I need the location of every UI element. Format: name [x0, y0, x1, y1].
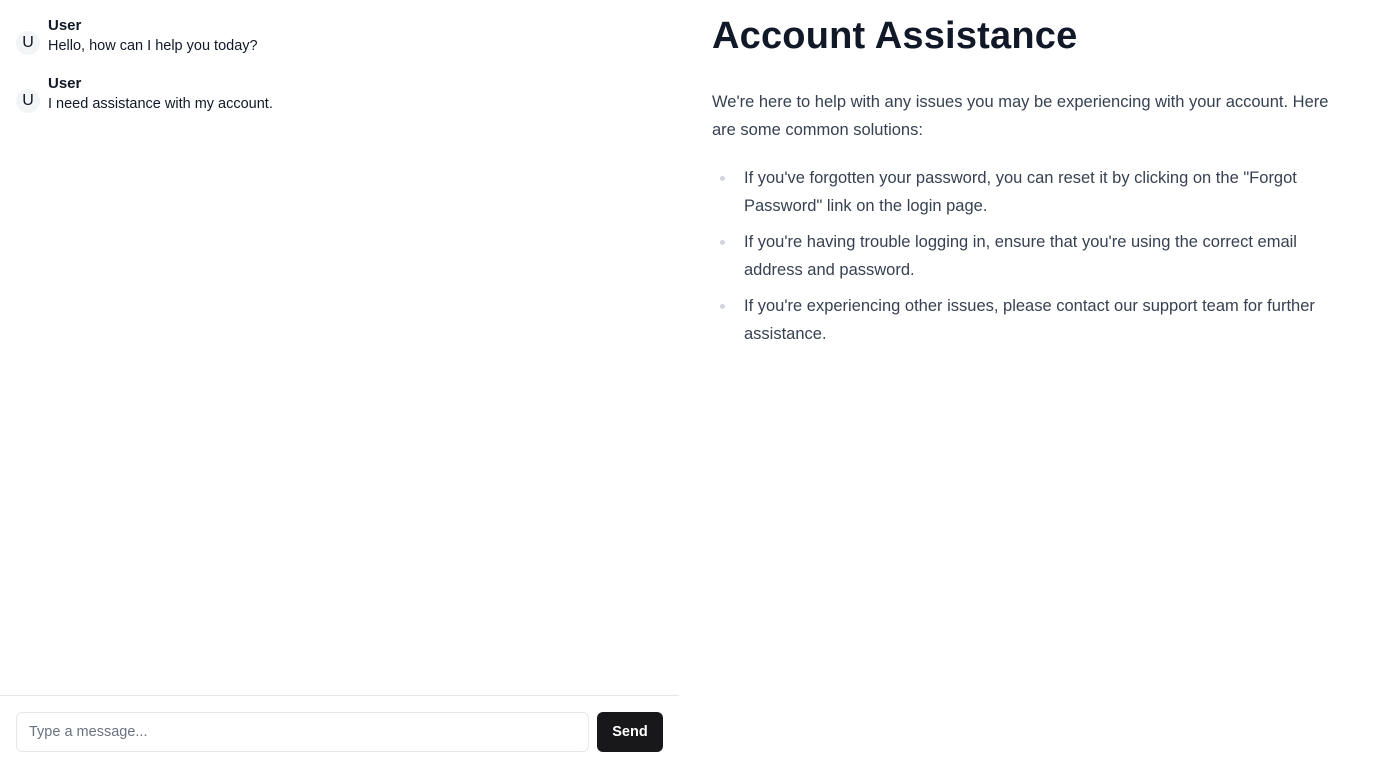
- message-body: User Hello, how can I help you today?: [48, 16, 258, 56]
- message-sender: User: [48, 17, 82, 34]
- chat-message: U User I need assistance with my account…: [16, 74, 663, 114]
- page-title: Account Assistance: [712, 15, 1078, 57]
- avatar: U: [16, 89, 40, 113]
- bullet-icon: [720, 304, 725, 309]
- solution-text: If you're having trouble logging in, ens…: [744, 233, 1297, 279]
- list-item: If you're having trouble logging in, ens…: [712, 228, 1352, 284]
- chat-message: U User Hello, how can I help you today?: [16, 16, 663, 56]
- bullet-icon: [720, 240, 725, 245]
- message-sender: User: [48, 75, 82, 92]
- solution-text: If you're experiencing other issues, ple…: [744, 297, 1315, 343]
- message-list: U User Hello, how can I help you today? …: [0, 0, 679, 695]
- message-text: Hello, how can I help you today?: [48, 38, 258, 54]
- message-composer: Send: [0, 695, 679, 768]
- list-item: If you're experiencing other issues, ple…: [712, 292, 1352, 348]
- solutions-list: If you've forgotten your password, you c…: [712, 164, 1352, 348]
- message-text: I need assistance with my account.: [48, 96, 273, 112]
- message-body: User I need assistance with my account.: [48, 74, 273, 114]
- solution-text: If you've forgotten your password, you c…: [744, 169, 1297, 215]
- list-item: If you've forgotten your password, you c…: [712, 164, 1352, 220]
- message-input[interactable]: [16, 712, 589, 752]
- app: U User Hello, how can I help you today? …: [0, 0, 1376, 768]
- chat-panel: U User Hello, how can I help you today? …: [0, 0, 680, 768]
- content-panel: Account Assistance We're here to help wi…: [680, 0, 1376, 768]
- avatar: U: [16, 31, 40, 55]
- intro-paragraph: We're here to help with any issues you m…: [712, 93, 1329, 139]
- bullet-icon: [720, 176, 725, 181]
- send-button[interactable]: Send: [597, 712, 663, 752]
